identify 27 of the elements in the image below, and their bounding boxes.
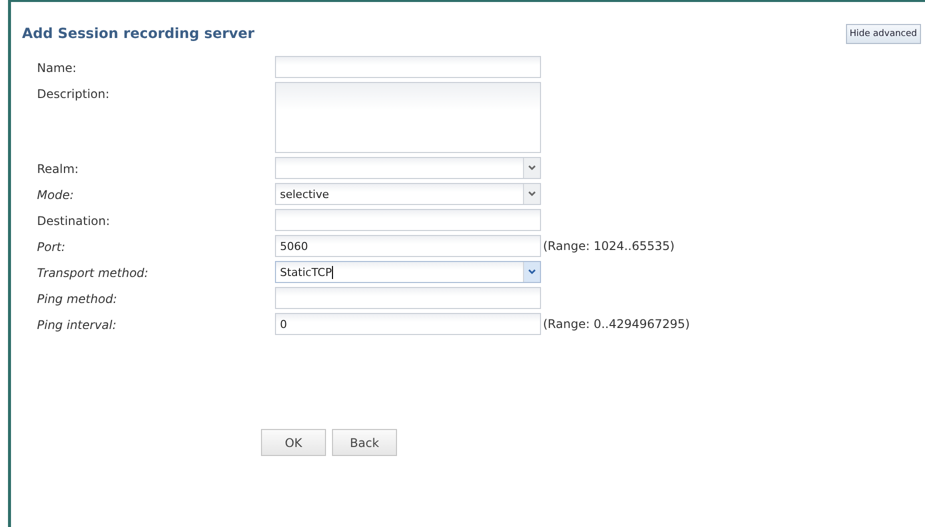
field-label: Mode:: [36, 187, 75, 202]
field-label: Ping method:: [36, 291, 118, 306]
dropdown[interactable]: StaticTCP: [275, 261, 541, 283]
hide-advanced-button[interactable]: Hide advanced: [846, 24, 921, 44]
text-area[interactable]: [275, 82, 541, 153]
caret-icon: [523, 262, 540, 282]
dropdown[interactable]: selective: [275, 183, 541, 205]
input-field[interactable]: 0: [275, 313, 541, 335]
field-label: Destination:: [36, 213, 111, 228]
range-hint: (Range: 0..4294967295): [542, 316, 691, 331]
field-label: Ping interval:: [36, 317, 118, 332]
range-hint: (Range: 1024..65535): [542, 238, 676, 253]
field-label: Realm:: [36, 161, 80, 176]
caret-icon: [523, 158, 540, 178]
page-title: Add Session recording server: [22, 26, 254, 42]
input-field[interactable]: [275, 287, 541, 309]
dropdown[interactable]: [275, 157, 541, 179]
caret-icon: [523, 184, 540, 204]
field-label: Port:: [36, 239, 66, 254]
field-label: Transport method:: [36, 265, 150, 280]
field-label: Description:: [36, 86, 110, 101]
input-field[interactable]: [275, 209, 541, 231]
field-label: Name:: [36, 60, 78, 75]
input-field[interactable]: 5060: [275, 235, 541, 257]
input-field[interactable]: [275, 56, 541, 78]
form-button[interactable]: Back: [332, 429, 397, 456]
form-button[interactable]: OK: [261, 429, 326, 456]
